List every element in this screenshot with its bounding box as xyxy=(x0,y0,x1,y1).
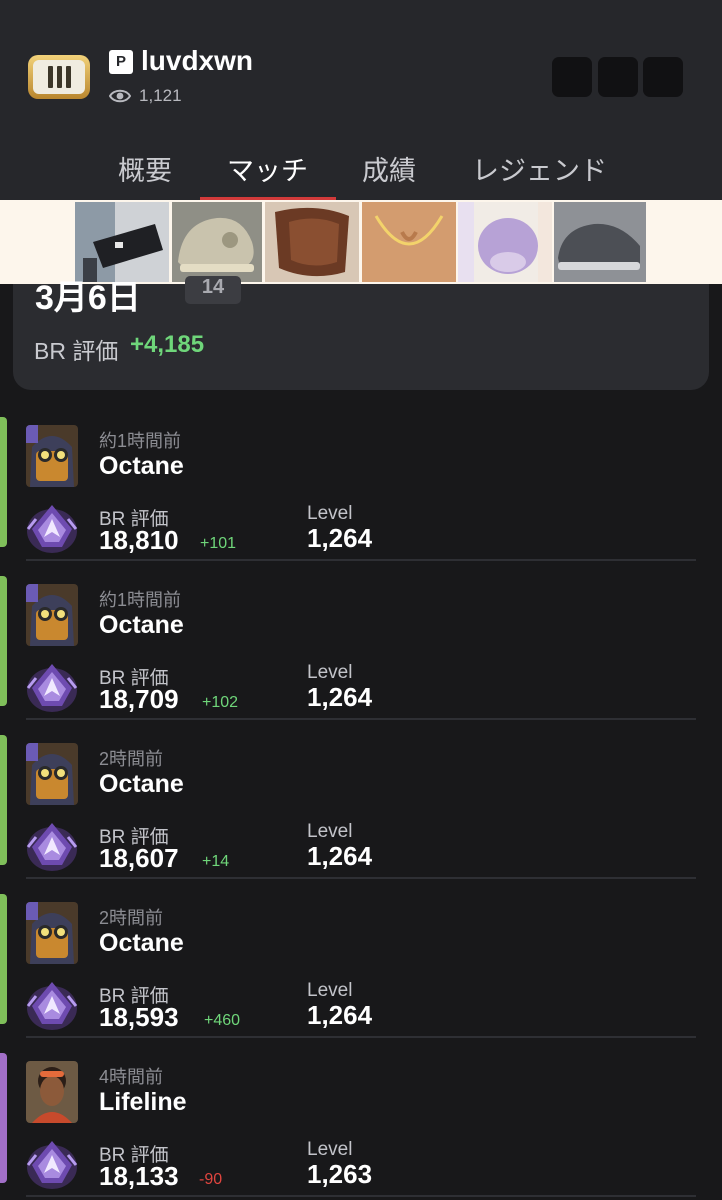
match-time: 2時間前 xyxy=(99,749,164,769)
ad-grey-sneaker-image[interactable] xyxy=(554,202,646,282)
tab-overview[interactable]: 概要 xyxy=(118,149,172,188)
br-delta: +102 xyxy=(202,694,239,711)
ad-plush-puzzle-image[interactable] xyxy=(458,202,552,282)
day-summary-card: 3月6日 14 BR 評価 +4,185 xyxy=(13,276,709,390)
header-button-2[interactable] xyxy=(598,57,638,97)
br-value: 18,133 xyxy=(99,1161,179,1191)
playstation-icon: P xyxy=(109,50,133,74)
match-accent-bar xyxy=(0,1053,7,1183)
legend-name: Octane xyxy=(99,770,184,798)
legend-portrait-icon xyxy=(26,425,78,487)
match-count-badge: 14 xyxy=(185,276,241,304)
br-value: 18,709 xyxy=(99,684,179,714)
username: luvdxwn xyxy=(141,45,254,76)
level-label: Level xyxy=(307,980,353,1001)
level-label: Level xyxy=(307,1139,353,1160)
match-row[interactable]: 2時間前 Octane BR 評価 18,593 +460 Level 1,26… xyxy=(0,894,722,1054)
match-accent-bar xyxy=(0,417,7,547)
br-delta: +14 xyxy=(202,853,230,870)
gold-badge-icon xyxy=(28,55,90,99)
legend-name: Octane xyxy=(99,929,184,957)
rank-icon xyxy=(24,658,80,714)
tab-legends[interactable]: レジェンド xyxy=(472,149,607,188)
legend-portrait-icon xyxy=(26,584,78,646)
br-delta: +101 xyxy=(200,535,237,552)
rank-icon xyxy=(24,1135,80,1191)
ad-gold-necklace-image[interactable] xyxy=(362,202,456,282)
match-row[interactable]: 約1時間前 Octane BR 評価 18,810 +101 Level 1,2… xyxy=(0,417,722,577)
match-time: 2時間前 xyxy=(99,908,164,928)
legend-name: Octane xyxy=(99,452,184,480)
legend-portrait-icon xyxy=(26,1061,78,1123)
br-delta: -90 xyxy=(199,1171,223,1188)
row-divider xyxy=(26,718,696,720)
br-value: 18,810 xyxy=(99,525,179,555)
summary-br-label: BR 評価 xyxy=(34,338,119,364)
level-label: Level xyxy=(307,662,353,683)
row-divider xyxy=(26,877,696,879)
legend-name: Lifeline xyxy=(99,1088,187,1116)
summary-br-total: +4,185 xyxy=(130,331,205,358)
match-row[interactable]: 2時間前 Octane BR 評価 18,607 +14 Level 1,264 xyxy=(0,735,722,895)
header-button-3[interactable] xyxy=(643,57,683,97)
header-button-1[interactable] xyxy=(552,57,592,97)
row-divider xyxy=(26,559,696,561)
legend-portrait-icon xyxy=(26,902,78,964)
level-value: 1,264 xyxy=(307,682,373,712)
match-row[interactable]: 約1時間前 Octane BR 評価 18,709 +102 Level 1,2… xyxy=(0,576,722,736)
ad-sneaker-image[interactable] xyxy=(172,202,262,282)
row-divider xyxy=(26,1036,696,1038)
eye-icon xyxy=(109,89,131,103)
level-value: 1,263 xyxy=(307,1159,373,1189)
ad-hair-extension-image[interactable] xyxy=(265,202,359,282)
tab-matches[interactable]: マッチ xyxy=(227,149,308,188)
rank-icon xyxy=(24,976,80,1032)
match-time: 4時間前 xyxy=(99,1067,164,1087)
match-accent-bar xyxy=(0,735,7,865)
profile-header: P luvdxwn 1,121 概要 マッチ 成績 レジェンド xyxy=(0,0,722,200)
legend-name: Octane xyxy=(99,611,184,639)
level-value: 1,264 xyxy=(307,841,373,871)
row-divider xyxy=(26,1195,696,1197)
summary-date: 3月6日 xyxy=(35,279,141,317)
match-accent-bar xyxy=(0,576,7,706)
tab-bar: 概要 マッチ 成績 レジェンド xyxy=(0,135,722,200)
rank-icon xyxy=(24,817,80,873)
match-time: 約1時間前 xyxy=(99,590,182,610)
level-label: Level xyxy=(307,821,353,842)
level-value: 1,264 xyxy=(307,1000,373,1030)
br-delta: +460 xyxy=(204,1012,241,1029)
level-label: Level xyxy=(307,503,353,524)
match-time: 約1時間前 xyxy=(99,431,182,451)
br-value: 18,593 xyxy=(99,1002,179,1032)
rank-icon xyxy=(24,499,80,555)
view-count: 1,121 xyxy=(139,86,182,105)
legend-portrait-icon xyxy=(26,743,78,805)
level-value: 1,264 xyxy=(307,523,373,553)
match-row[interactable]: 4時間前 Lifeline BR 評価 18,133 -90 Level 1,2… xyxy=(0,1053,722,1200)
br-value: 18,607 xyxy=(99,843,179,873)
tab-stats[interactable]: 成績 xyxy=(362,149,416,188)
match-accent-bar xyxy=(0,894,7,1024)
